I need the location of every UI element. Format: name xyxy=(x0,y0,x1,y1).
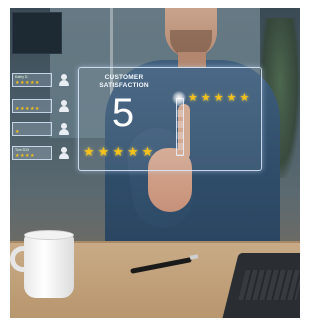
review-stars: ★★★★★ xyxy=(15,106,40,112)
touch-glow xyxy=(172,91,186,105)
image-frame: CUSTOMER SATISFACTION 5 ★ ★ ★ ★ ★ ★ ★ ★ … xyxy=(0,0,310,326)
review-card: Kathy D. ★★★★★ xyxy=(12,73,52,87)
star-icon: ★ xyxy=(213,92,224,104)
coffee-mug xyxy=(24,234,74,298)
satisfaction-score: 5 xyxy=(111,91,135,135)
review-stars: ★★★★ xyxy=(15,153,35,159)
star-icon: ★ xyxy=(239,92,250,104)
laptop-keyboard xyxy=(238,270,300,300)
tv-screen xyxy=(12,12,62,54)
star-icon: ★ xyxy=(188,92,198,104)
star-icon: ★ xyxy=(97,144,110,159)
star-icon: ★ xyxy=(141,144,154,159)
star-icon: ★ xyxy=(200,92,211,104)
mug-rim xyxy=(24,230,74,240)
user-icon xyxy=(58,123,70,136)
user-icon xyxy=(58,100,70,113)
review-stars: ★★★★★ xyxy=(15,80,40,86)
review-card: ★★★★★ xyxy=(12,99,52,113)
review-name: Tom D23 xyxy=(15,148,30,152)
star-icon: ★ xyxy=(112,144,124,159)
person-neck xyxy=(178,52,206,68)
review-stars: ★ xyxy=(15,129,20,135)
rating-stars-bottom: ★ ★ ★ ★ ★ xyxy=(83,145,153,159)
rating-stars-top: ★ ★ ★ ★ ★ xyxy=(188,92,249,104)
user-icon xyxy=(58,147,70,160)
review-name: Kathy D. xyxy=(15,75,29,79)
star-icon: ★ xyxy=(83,144,95,159)
star-icon: ★ xyxy=(226,92,237,104)
review-card: Tom D23 ★★★★ xyxy=(12,146,52,160)
review-card: ★ xyxy=(12,122,52,136)
rating-slider xyxy=(176,98,184,156)
satisfaction-title: CUSTOMER SATISFACTION xyxy=(99,74,149,89)
user-icon xyxy=(58,74,70,87)
star-icon: ★ xyxy=(126,144,139,159)
